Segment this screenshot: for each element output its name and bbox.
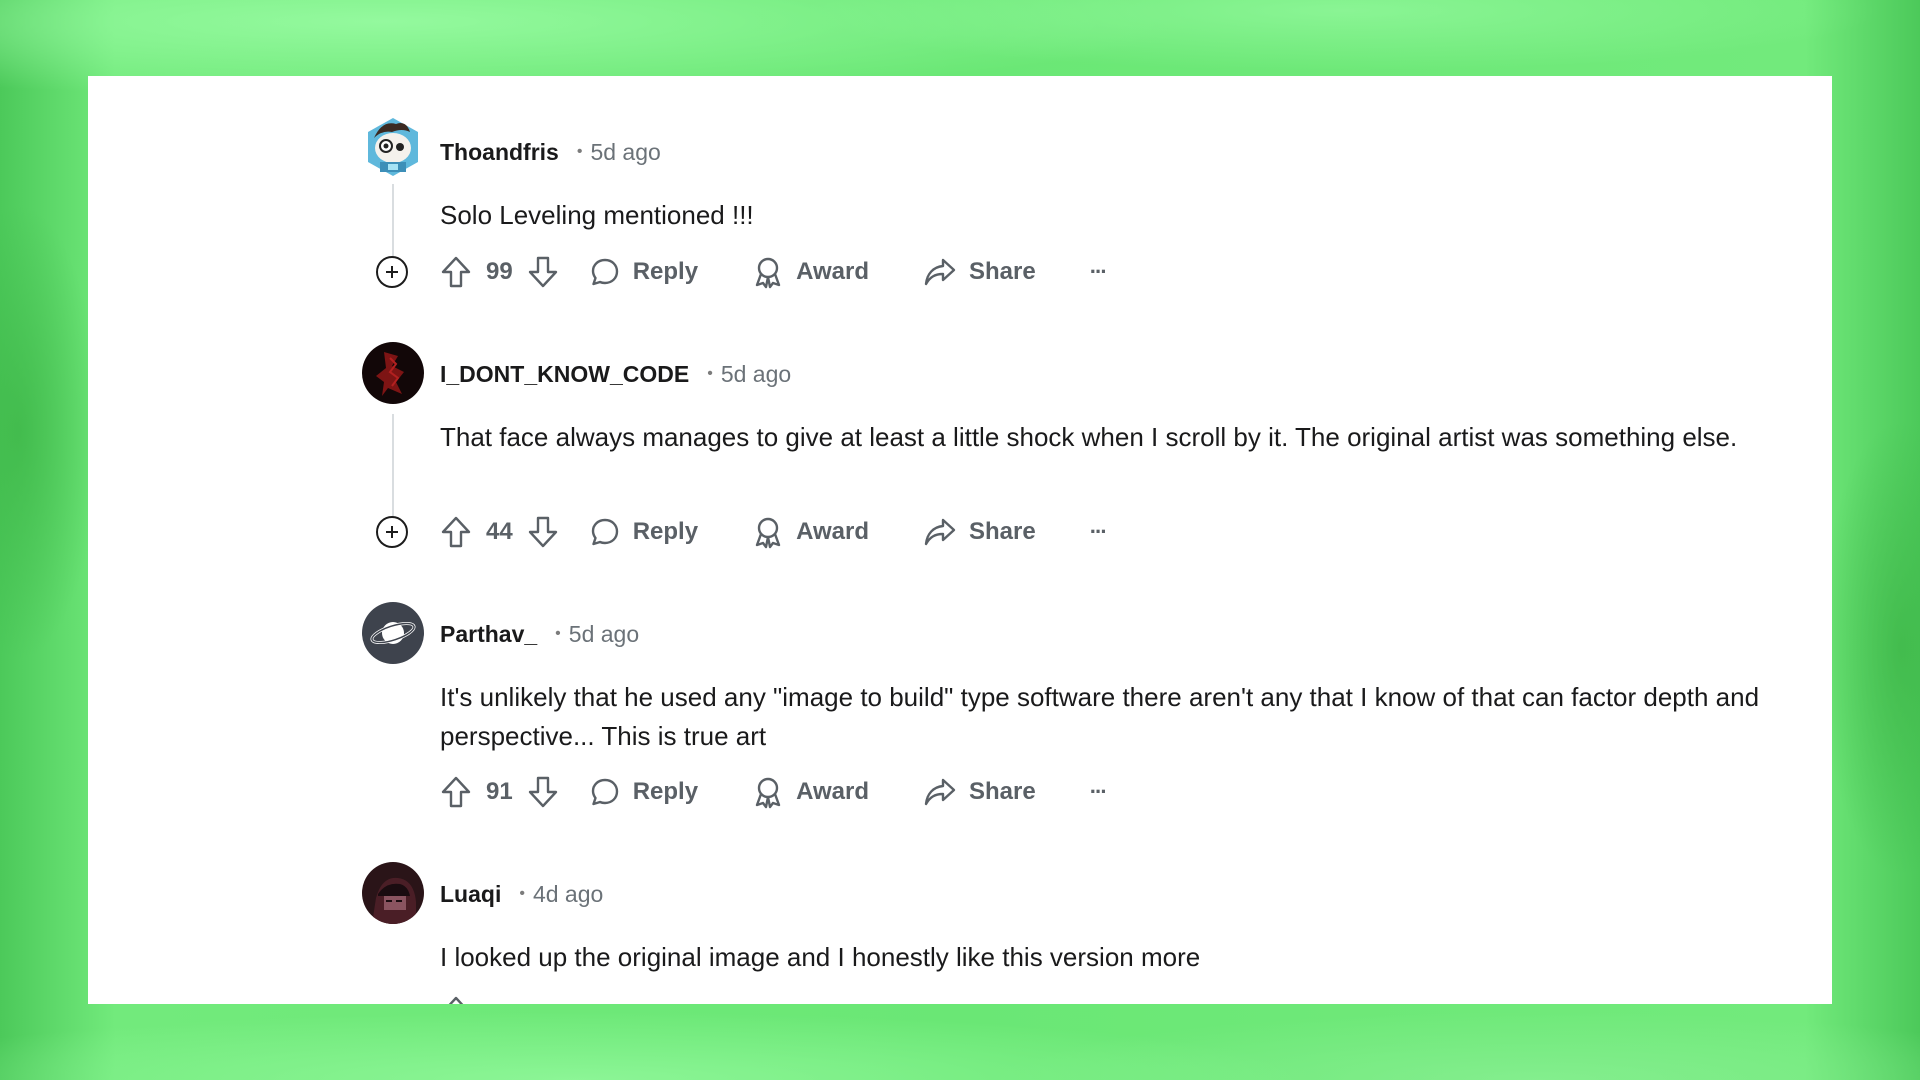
more-options-button[interactable]: ··· xyxy=(1089,519,1108,545)
timestamp[interactable]: 5d ago xyxy=(721,361,791,388)
comment-meta: Luaqi • 4d ago xyxy=(440,879,603,909)
timestamp[interactable]: 5d ago xyxy=(590,139,660,166)
share-icon xyxy=(924,778,956,806)
upvote-button[interactable] xyxy=(440,995,472,1004)
upvote-button[interactable] xyxy=(440,255,472,289)
reply-label: Reply xyxy=(632,258,699,285)
comment-meta: Parthav_ • 5d ago xyxy=(440,619,639,649)
comment-meta: Thoandfris • 5d ago xyxy=(440,137,661,167)
thread-line[interactable] xyxy=(392,414,394,522)
comment-actions-partial xyxy=(440,992,472,1004)
downvote-icon xyxy=(528,256,557,288)
comment-text: It's unlikely that he used any "image to… xyxy=(440,682,1760,751)
award-button[interactable]: Award xyxy=(752,255,869,289)
downvote-button[interactable] xyxy=(527,775,559,809)
more-icon: ··· xyxy=(1089,779,1108,804)
award-button[interactable]: Award xyxy=(752,515,869,549)
timestamp[interactable]: 5d ago xyxy=(569,621,639,648)
downvote-button[interactable] xyxy=(527,255,559,289)
share-label: Share xyxy=(968,518,1036,545)
reply-label: Reply xyxy=(632,778,699,805)
reply-label: Reply xyxy=(632,518,699,545)
reply-icon xyxy=(591,518,618,546)
share-label: Share xyxy=(968,258,1036,285)
vote-count: 99 xyxy=(486,258,513,285)
timestamp[interactable]: 4d ago xyxy=(533,881,603,908)
author-name[interactable]: I_DONT_KNOW_CODE xyxy=(440,361,689,388)
award-label: Award xyxy=(796,518,869,545)
author-name[interactable]: Luaqi xyxy=(440,881,501,908)
comment-actions: 99 Reply Award Share ··· xyxy=(440,252,1108,292)
award-icon xyxy=(755,257,781,289)
author-name[interactable]: Parthav_ xyxy=(440,621,537,648)
downvote-button[interactable] xyxy=(527,515,559,549)
comment-meta: I_DONT_KNOW_CODE • 5d ago xyxy=(440,359,791,389)
comment-actions: 44 Reply Award Share ··· xyxy=(440,512,1108,552)
reply-icon xyxy=(591,778,618,806)
share-button[interactable]: Share xyxy=(923,256,1036,288)
upvote-icon xyxy=(441,256,471,288)
award-label: Award xyxy=(796,258,869,285)
avatar[interactable] xyxy=(362,342,424,404)
author-name[interactable]: Thoandfris xyxy=(440,139,559,166)
downvote-icon xyxy=(528,776,557,808)
upvote-icon xyxy=(441,516,471,548)
share-icon xyxy=(924,518,956,546)
comment-text: Solo Leveling mentioned !!! xyxy=(440,200,754,230)
avatar[interactable] xyxy=(362,114,424,176)
comments-panel: Thoandfris • 5d ago Solo Leveling mentio… xyxy=(88,76,1832,1004)
comment-actions: 91 Reply Award Share ··· xyxy=(440,772,1108,812)
upvote-button[interactable] xyxy=(440,775,472,809)
reply-icon xyxy=(591,258,618,286)
expand-thread-icon[interactable] xyxy=(376,256,408,288)
expand-thread-icon[interactable] xyxy=(376,516,408,548)
upvote-icon xyxy=(441,776,471,808)
comment-text: I looked up the original image and I hon… xyxy=(440,942,1201,972)
more-icon: ··· xyxy=(1089,259,1108,284)
more-options-button[interactable]: ··· xyxy=(1089,779,1108,805)
thread-line[interactable] xyxy=(392,184,394,262)
upvote-button[interactable] xyxy=(440,515,472,549)
award-icon xyxy=(755,517,781,549)
downvote-icon xyxy=(528,516,557,548)
separator-dot: • xyxy=(707,365,713,382)
reply-button[interactable]: Reply xyxy=(589,776,698,808)
separator-dot: • xyxy=(519,885,525,902)
vote-count: 91 xyxy=(486,778,513,805)
more-icon: ··· xyxy=(1089,519,1108,544)
share-label: Share xyxy=(968,778,1036,805)
share-button[interactable]: Share xyxy=(923,776,1036,808)
vote-count: 44 xyxy=(486,518,513,545)
avatar[interactable] xyxy=(362,602,424,664)
reply-button[interactable]: Reply xyxy=(589,516,698,548)
reply-button[interactable]: Reply xyxy=(589,256,698,288)
comment-text: That face always manages to give at leas… xyxy=(440,422,1738,452)
separator-dot: • xyxy=(555,625,561,642)
more-options-button[interactable]: ··· xyxy=(1089,259,1108,285)
avatar[interactable] xyxy=(362,862,424,924)
award-label: Award xyxy=(796,778,869,805)
award-button[interactable]: Award xyxy=(752,775,869,809)
separator-dot: • xyxy=(576,143,583,160)
share-icon xyxy=(924,258,956,286)
award-icon xyxy=(755,777,781,809)
upvote-icon xyxy=(448,996,464,1004)
share-button[interactable]: Share xyxy=(923,516,1036,548)
